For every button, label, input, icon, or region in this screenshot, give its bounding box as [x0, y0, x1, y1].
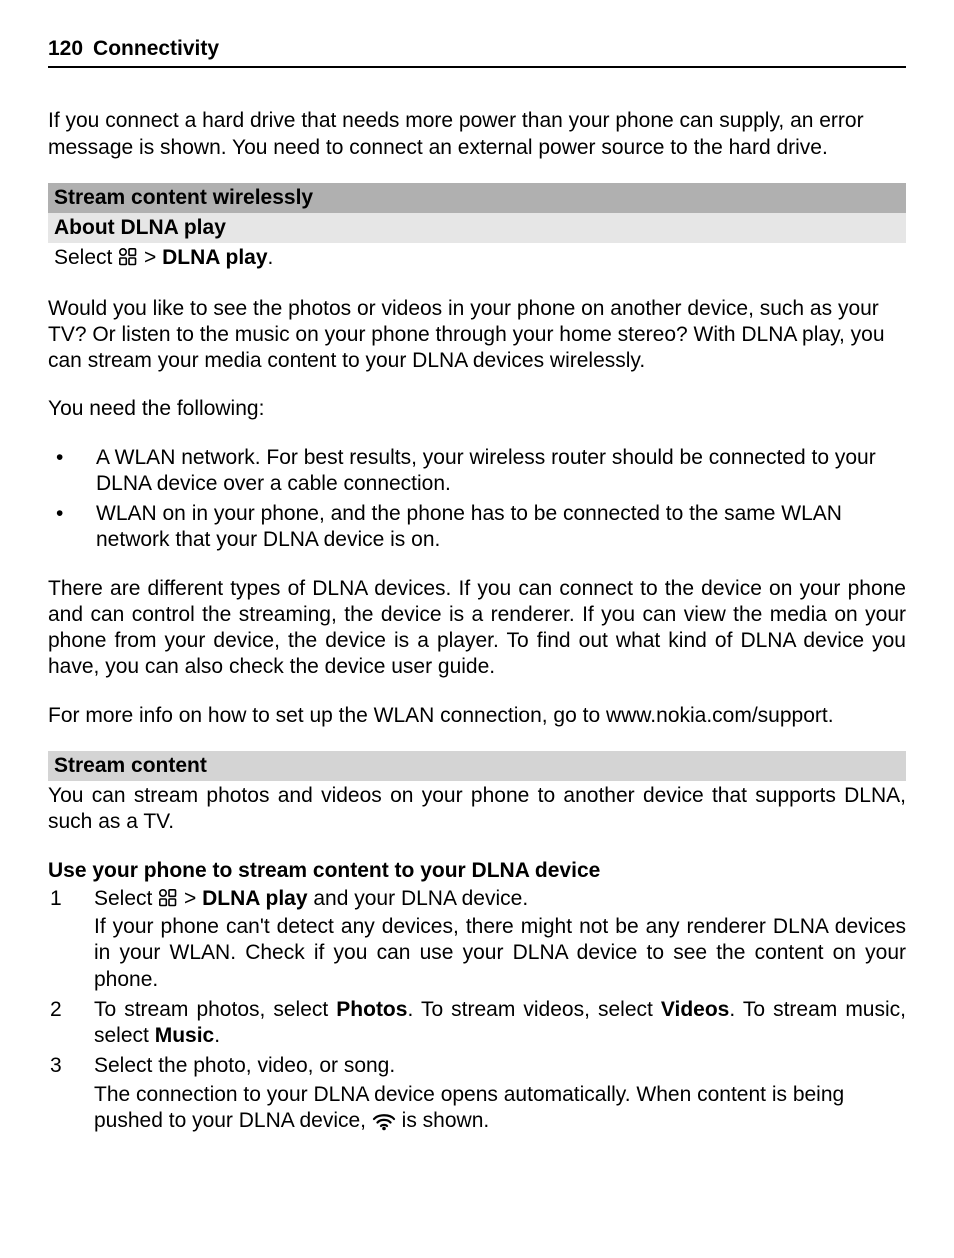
- page-number: 120: [48, 37, 83, 60]
- select-prefix: Select: [54, 246, 118, 269]
- gt-sep: >: [138, 246, 162, 269]
- intro-paragraph: If you connect a hard drive that needs m…: [48, 108, 906, 161]
- step-text: Select > DLNA play and your DLNA device.…: [94, 886, 906, 993]
- period: .: [268, 246, 274, 269]
- section-stream-content: Stream content: [48, 751, 906, 781]
- dlna-play-label: DLNA play: [162, 246, 267, 269]
- bullet-item: • A WLAN network. For best results, your…: [56, 445, 906, 498]
- period: .: [214, 1024, 220, 1047]
- gt-sep: >: [178, 887, 202, 910]
- page-title: Connectivity: [93, 37, 219, 60]
- photos-label: Photos: [336, 998, 407, 1021]
- more-info-paragraph: For more info on how to set up the WLAN …: [48, 703, 906, 729]
- bullet-list: • A WLAN network. For best results, your…: [48, 445, 906, 554]
- apps-grid-icon: [118, 247, 138, 267]
- need-following: You need the following:: [48, 396, 906, 422]
- step3-line2: The connection to your DLNA device opens…: [94, 1082, 906, 1135]
- page-num-title: 120 Connectivity: [48, 36, 906, 62]
- step-number: 2: [50, 997, 94, 1050]
- bullet-item: • WLAN on in your phone, and the phone h…: [56, 501, 906, 554]
- step1-note: If your phone can't detect any devices, …: [94, 914, 906, 993]
- step-number: 3: [50, 1053, 94, 1134]
- videos-label: Videos: [661, 998, 729, 1021]
- use-phone-heading: Use your phone to stream content to your…: [48, 858, 906, 884]
- select-line: Select > DLNA play.: [48, 243, 906, 273]
- section-about-dlna: About DLNA play: [48, 213, 906, 243]
- step-number: 1: [50, 886, 94, 993]
- section-stream-wirelessly: Stream content wirelessly: [48, 183, 906, 213]
- stream-content-intro: You can stream photos and videos on your…: [48, 783, 906, 836]
- music-label: Music: [155, 1024, 215, 1047]
- list-item: 1 Select > DLNA play and your DLNA devic…: [50, 886, 906, 993]
- page-header: 120 Connectivity: [48, 36, 906, 68]
- step3-line1: Select the photo, video, or song.: [94, 1053, 906, 1079]
- list-item: 3 Select the photo, video, or song. The …: [50, 1053, 906, 1134]
- bullet-mark: •: [56, 445, 96, 498]
- bullet-text: A WLAN network. For best results, your w…: [96, 445, 906, 498]
- s3b2: is shown.: [396, 1109, 489, 1132]
- bullet-mark: •: [56, 501, 96, 554]
- wifi-icon: [372, 1111, 396, 1131]
- step1-prefix: Select: [94, 887, 158, 910]
- step-text: Select the photo, video, or song. The co…: [94, 1053, 906, 1134]
- device-types-paragraph: There are different types of DLNA device…: [48, 576, 906, 681]
- step-text: To stream photos, select Photos. To stre…: [94, 997, 906, 1050]
- step1-suffix: and your DLNA device.: [308, 887, 529, 910]
- dlna-play-label: DLNA play: [202, 887, 307, 910]
- numbered-list: 1 Select > DLNA play and your DLNA devic…: [48, 886, 906, 1134]
- s2c: . To stream videos, select: [407, 998, 660, 1021]
- dlna-intro-paragraph: Would you like to see the photos or vide…: [48, 296, 906, 375]
- bullet-text: WLAN on in your phone, and the phone has…: [96, 501, 906, 554]
- list-item: 2 To stream photos, select Photos. To st…: [50, 997, 906, 1050]
- s2a: To stream photos, select: [94, 998, 336, 1021]
- apps-grid-icon: [158, 888, 178, 908]
